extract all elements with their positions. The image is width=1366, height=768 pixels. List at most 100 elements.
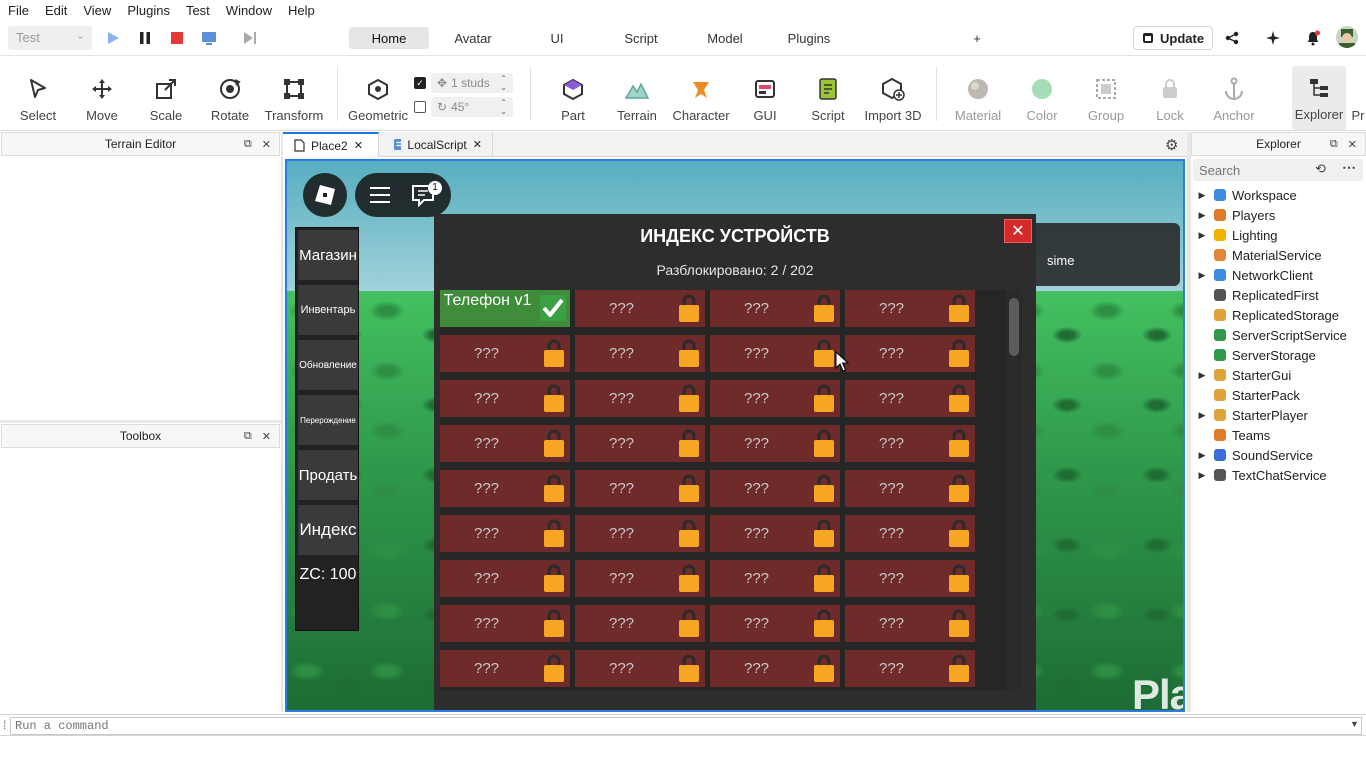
tab-home[interactable]: Home <box>349 27 429 49</box>
device-card-locked[interactable]: ??? <box>575 380 705 417</box>
explorer-item-starterpack[interactable]: StarterPack <box>1196 385 1300 405</box>
device-card-locked[interactable]: ??? <box>845 335 975 372</box>
gear-icon[interactable]: ⚙ <box>1165 136 1178 154</box>
explorer-toggle-button[interactable]: Explorer <box>1292 66 1346 130</box>
hamburger-menu-icon[interactable] <box>369 185 391 208</box>
panel-splitter[interactable] <box>281 132 283 712</box>
device-card-locked[interactable]: ??? <box>440 650 570 687</box>
rotate-tool-button[interactable]: Rotate <box>204 57 256 131</box>
history-icon[interactable]: ⟲ <box>1315 161 1326 177</box>
device-card-locked[interactable]: ??? <box>710 290 840 327</box>
stop-icon[interactable] <box>167 28 187 48</box>
device-card-locked[interactable]: ??? <box>710 470 840 507</box>
device-card-locked[interactable]: ??? <box>575 560 705 597</box>
device-card-locked[interactable]: ??? <box>710 650 840 687</box>
share-icon[interactable] <box>1222 28 1242 48</box>
device-card-locked[interactable]: ??? <box>845 290 975 327</box>
user-avatar[interactable] <box>1336 26 1358 48</box>
assistant-sparkle-icon[interactable] <box>1263 28 1283 48</box>
explorer-item-startergui[interactable]: ▶ StarterGui <box>1196 365 1292 385</box>
device-card-locked[interactable]: ??? <box>575 650 705 687</box>
pause-icon[interactable] <box>135 28 155 48</box>
device-card-locked[interactable]: ??? <box>845 380 975 417</box>
explorer-item-soundservice[interactable]: ▶ SoundService <box>1196 445 1313 465</box>
device-card-locked[interactable]: ??? <box>845 470 975 507</box>
expand-arrow-icon[interactable]: ▶ <box>1196 230 1208 241</box>
explorer-item-networkclient[interactable]: ▶ NetworkClient <box>1196 265 1313 285</box>
script-button[interactable]: Script <box>804 57 852 131</box>
rotate-increment-checkbox[interactable] <box>414 101 426 113</box>
anchor-button[interactable]: Anchor <box>1208 57 1260 131</box>
device-card-locked[interactable]: ??? <box>440 605 570 642</box>
index-button[interactable]: Индекс <box>298 505 358 555</box>
play-icon[interactable] <box>103 28 123 48</box>
tab-ui[interactable]: UI <box>527 27 587 49</box>
explorer-search-input[interactable] <box>1193 159 1363 181</box>
device-card-locked[interactable]: ??? <box>845 650 975 687</box>
geometric-mode-button[interactable]: Geometric <box>346 57 410 131</box>
device-card-locked[interactable]: ??? <box>575 470 705 507</box>
move-increment-checkbox[interactable]: ✓ <box>414 77 426 89</box>
doc-tab-localscript[interactable]: LocalScript ✕ <box>383 132 493 157</box>
tab-script[interactable]: Script <box>610 27 672 49</box>
client-server-icon[interactable] <box>199 28 219 48</box>
tab-avatar[interactable]: Avatar <box>435 27 511 49</box>
close-icon[interactable]: ✕ <box>262 430 271 443</box>
device-card-locked[interactable]: ??? <box>440 335 570 372</box>
notifications-bell-icon[interactable] <box>1303 28 1323 48</box>
update-button[interactable]: Update <box>1133 26 1213 50</box>
device-card-locked[interactable]: ??? <box>710 515 840 552</box>
test-mode-select[interactable]: Test ⌄ <box>8 26 92 50</box>
menu-edit[interactable]: Edit <box>37 3 75 18</box>
undock-icon[interactable]: ⧉ <box>1330 138 1338 151</box>
transform-tool-button[interactable]: Transform <box>262 57 326 131</box>
device-card-unlocked[interactable]: Телефон v1 <box>440 290 570 327</box>
rebirth-button[interactable]: Перерождение <box>298 395 358 445</box>
device-card-locked[interactable]: ??? <box>440 380 570 417</box>
material-button[interactable]: Material <box>950 57 1006 131</box>
move-tool-button[interactable]: Move <box>76 57 128 131</box>
device-card-locked[interactable]: ??? <box>710 380 840 417</box>
expand-arrow-icon[interactable]: ▶ <box>1196 270 1208 281</box>
lock-button[interactable]: Lock <box>1148 57 1192 131</box>
shop-button[interactable]: Магазин <box>298 230 358 280</box>
explorer-item-lighting[interactable]: ▶ Lighting <box>1196 225 1278 245</box>
expand-arrow-icon[interactable]: ▶ <box>1196 410 1208 421</box>
device-card-locked[interactable]: ??? <box>710 605 840 642</box>
upgrade-button[interactable]: Обновление <box>298 340 358 390</box>
explorer-item-serverstorage[interactable]: ServerStorage <box>1196 345 1316 365</box>
device-card-locked[interactable]: ??? <box>575 605 705 642</box>
chevron-down-icon[interactable]: ▼ <box>1350 719 1359 729</box>
explorer-item-workspace[interactable]: ▶ Workspace <box>1196 185 1297 205</box>
explorer-item-replicatedstorage[interactable]: ReplicatedStorage <box>1196 305 1339 325</box>
device-card-locked[interactable]: ??? <box>575 425 705 462</box>
device-card-locked[interactable]: ??? <box>575 290 705 327</box>
undock-icon[interactable]: ⧉ <box>244 138 252 151</box>
more-options-icon[interactable]: ⋯ <box>1342 159 1356 176</box>
explorer-item-serverscriptservice[interactable]: ServerScriptService <box>1196 325 1347 345</box>
scale-tool-button[interactable]: Scale <box>140 57 192 131</box>
device-card-locked[interactable]: ??? <box>710 335 840 372</box>
close-index-button[interactable]: ✕ <box>1004 219 1032 243</box>
terrain-button[interactable]: Terrain <box>612 57 662 131</box>
doc-tab-place2[interactable]: Place2 ✕ <box>283 132 379 157</box>
panel-splitter[interactable] <box>0 420 281 423</box>
close-icon[interactable]: ✕ <box>354 139 363 152</box>
import-3d-button[interactable]: Import 3D <box>860 57 926 131</box>
menu-help[interactable]: Help <box>280 3 323 18</box>
device-card-locked[interactable]: ??? <box>440 560 570 597</box>
gui-button[interactable]: GUI <box>742 57 788 131</box>
expand-arrow-icon[interactable]: ▶ <box>1196 190 1208 201</box>
expand-arrow-icon[interactable]: ▶ <box>1196 450 1208 461</box>
device-card-locked[interactable]: ??? <box>710 425 840 462</box>
drag-handle-icon[interactable]: ⁞ <box>3 718 6 732</box>
undock-icon[interactable]: ⧉ <box>244 430 252 443</box>
move-increment-spinbox[interactable]: ✥ 1 studs ⌃ ⌄ <box>431 73 513 93</box>
expand-arrow-icon[interactable]: ▶ <box>1196 470 1208 481</box>
device-card-locked[interactable]: ??? <box>575 335 705 372</box>
expand-arrow-icon[interactable]: ▶ <box>1196 370 1208 381</box>
menu-test[interactable]: Test <box>178 3 218 18</box>
device-card-locked[interactable]: ??? <box>845 560 975 597</box>
device-card-locked[interactable]: ??? <box>575 515 705 552</box>
part-button[interactable]: Part <box>548 57 598 131</box>
